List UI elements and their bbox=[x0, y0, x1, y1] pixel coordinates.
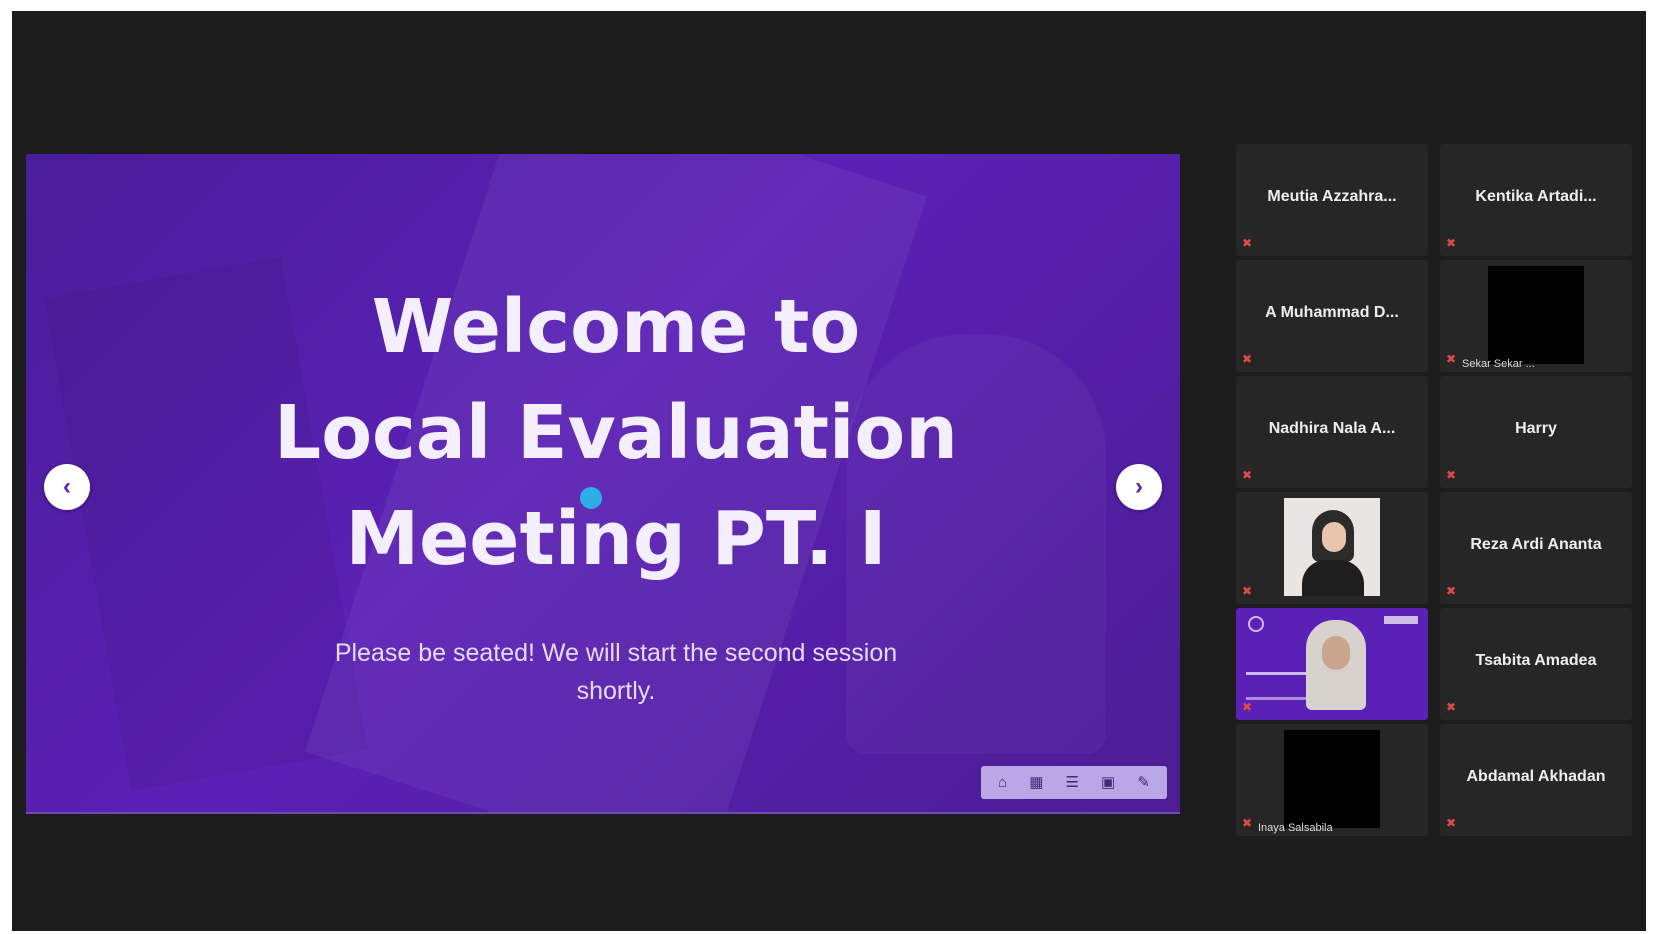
participant-name: Kentika Artadi... bbox=[1475, 188, 1597, 205]
participant-video bbox=[1284, 498, 1380, 596]
mic-muted-icon: ✖ bbox=[1242, 700, 1253, 714]
slide-title-line: Meeting PT. I bbox=[345, 496, 887, 582]
participant-tile[interactable]: ✖ bbox=[1236, 608, 1428, 720]
participant-name: Abdamal Akhadan bbox=[1466, 768, 1606, 785]
mic-muted-icon: ✖ bbox=[1446, 236, 1457, 250]
mic-muted-icon: ✖ bbox=[1242, 816, 1253, 830]
participant-tile[interactable]: A Muhammad D... ✖ bbox=[1236, 260, 1428, 372]
next-slide-button[interactable]: › bbox=[1116, 464, 1162, 510]
slide-subtitle: Please be seated! We will start the seco… bbox=[316, 634, 916, 710]
participant-tile[interactable]: Sekar Sekar ... ✖ bbox=[1440, 260, 1632, 372]
participant-tile[interactable]: Nadhira Nala A... ✖ bbox=[1236, 376, 1428, 488]
mic-muted-icon: ✖ bbox=[1446, 352, 1457, 366]
participant-tile[interactable]: Kentika Artadi... ✖ bbox=[1440, 144, 1632, 256]
pen-icon[interactable]: ✎ bbox=[1137, 775, 1150, 790]
mic-muted-icon: ✖ bbox=[1242, 584, 1253, 598]
slide-subtitle-line: Please be seated! We will start the seco… bbox=[334, 639, 898, 667]
participant-tile[interactable]: Meutia Azzahra... ✖ bbox=[1236, 144, 1428, 256]
mic-muted-icon: ✖ bbox=[1446, 700, 1457, 714]
home-icon[interactable]: ⌂ bbox=[998, 775, 1007, 790]
avatar bbox=[1322, 522, 1346, 552]
logo-icon bbox=[1248, 616, 1264, 632]
previous-slide-button[interactable]: ‹ bbox=[44, 464, 90, 510]
mic-muted-icon: ✖ bbox=[1242, 468, 1253, 482]
mic-muted-icon: ✖ bbox=[1446, 584, 1457, 598]
participant-name: Nadhira Nala A... bbox=[1268, 420, 1396, 437]
participant-tile[interactable]: Abdamal Akhadan ✖ bbox=[1440, 724, 1632, 836]
participant-tile[interactable]: Tsabita Amadea ✖ bbox=[1440, 608, 1632, 720]
participant-video bbox=[1488, 266, 1584, 364]
participant-name: Inaya Salsabila bbox=[1258, 822, 1333, 834]
slide-title: Welcome to Local Evaluation Meeting PT. … bbox=[176, 274, 1056, 592]
meeting-window: Welcome to Local Evaluation Meeting PT. … bbox=[12, 11, 1646, 931]
participant-tile[interactable]: Reza Ardi Ananta ✖ bbox=[1440, 492, 1632, 604]
participant-tile[interactable]: Inaya Salsabila ✖ bbox=[1236, 724, 1428, 836]
mic-muted-icon: ✖ bbox=[1242, 352, 1253, 366]
participant-tile[interactable]: Harry ✖ bbox=[1440, 376, 1632, 488]
participant-name: Reza Ardi Ananta bbox=[1470, 536, 1602, 553]
participant-tile[interactable]: ✖ bbox=[1236, 492, 1428, 604]
participant-name: Meutia Azzahra... bbox=[1267, 188, 1397, 205]
slide-subtitle-line: shortly. bbox=[576, 677, 656, 705]
shared-screen[interactable]: Welcome to Local Evaluation Meeting PT. … bbox=[26, 154, 1180, 814]
mic-muted-icon: ✖ bbox=[1242, 236, 1253, 250]
avatar bbox=[1322, 636, 1350, 670]
laser-pointer bbox=[580, 487, 602, 509]
slide-title-line: Welcome to bbox=[371, 284, 861, 370]
participant-video bbox=[1284, 730, 1380, 828]
chevron-right-icon: › bbox=[1135, 473, 1143, 500]
chevron-left-icon: ‹ bbox=[63, 473, 71, 500]
badge bbox=[1384, 616, 1418, 624]
mic-muted-icon: ✖ bbox=[1446, 468, 1457, 482]
mic-muted-icon: ✖ bbox=[1446, 816, 1457, 830]
participant-name: Tsabita Amadea bbox=[1475, 652, 1597, 669]
menu-icon[interactable]: ☰ bbox=[1065, 775, 1078, 790]
participant-name: Harry bbox=[1515, 420, 1557, 437]
image-icon[interactable]: ▣ bbox=[1101, 775, 1115, 790]
slide-toolbar: ⌂ ▦ ☰ ▣ ✎ bbox=[981, 766, 1167, 799]
slide-title-line: Local Evaluation bbox=[274, 390, 958, 476]
participant-gallery: Meutia Azzahra... ✖ Kentika Artadi... ✖ … bbox=[1236, 144, 1632, 836]
slide-thumbnail-text bbox=[1246, 672, 1306, 700]
participant-name: A Muhammad D... bbox=[1265, 304, 1399, 321]
avatar bbox=[1302, 560, 1364, 596]
grid-icon[interactable]: ▦ bbox=[1029, 775, 1043, 790]
participant-name: Sekar Sekar ... bbox=[1462, 358, 1535, 370]
